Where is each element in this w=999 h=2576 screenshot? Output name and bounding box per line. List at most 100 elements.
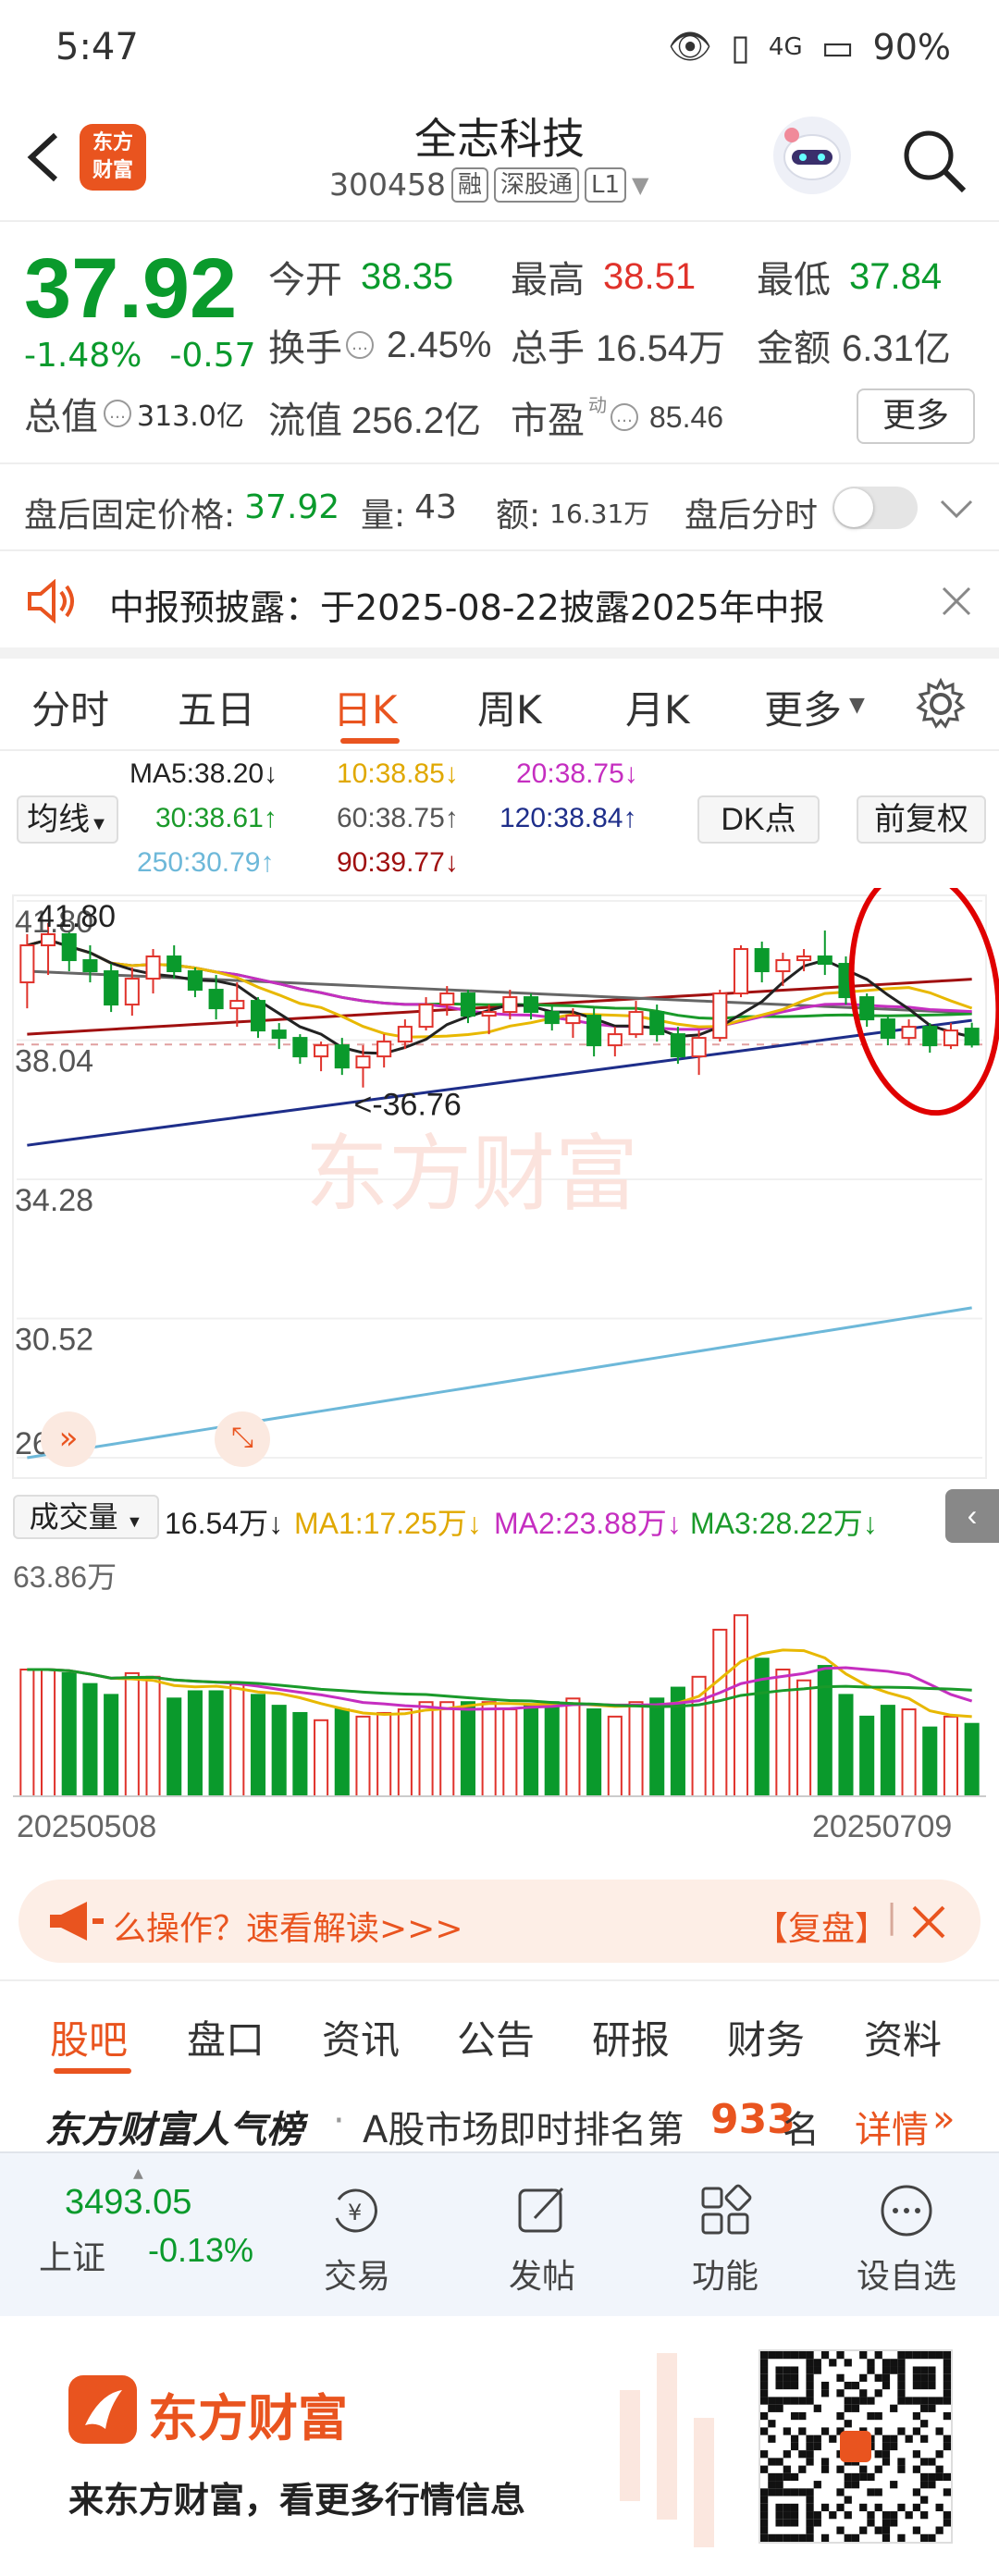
qr-module [820,2381,830,2390]
qr-module [867,2472,875,2482]
qr-module [798,2397,807,2405]
tab-more[interactable]: 更多 [764,679,842,735]
qr-module [920,2511,929,2520]
qr-module [920,2496,929,2504]
more-button[interactable]: 更多 [857,388,975,444]
qr-module [912,2411,921,2421]
volume-bar [41,1668,56,1797]
report-notice[interactable]: 中报预披露：于2025-08-22披露2025年中报 [0,553,999,647]
tab-forum[interactable]: 股吧 [50,2009,128,2065]
search-icon[interactable] [899,126,969,196]
after-timeshare-toggle[interactable] [832,487,918,529]
qr-module [928,2404,936,2412]
fullscreen-icon[interactable]: ⤡ [215,1411,270,1467]
qr-module [943,2442,951,2451]
candle-body [124,978,140,1006]
qr-module [920,2472,929,2482]
nav-functions[interactable]: 功能 [660,2181,790,2298]
stock-code-row[interactable]: 300458 融 深股通 L1 ▼ [329,166,649,203]
banner-action[interactable]: 【复盘】 [755,1902,888,1950]
qr-module [760,2450,769,2459]
qr-module [760,2533,769,2542]
collapse-left-icon[interactable]: ‹ [945,1489,999,1543]
qr-module [882,2434,891,2443]
qr-module [806,2450,814,2459]
qr-module [920,2351,929,2360]
qr-module [829,2359,837,2367]
dk-label: DK点 [721,802,796,837]
ma250-value: 250:30.79↑ [137,847,275,878]
nav-watchlist[interactable]: 设自选 [842,2181,971,2298]
volume-bar [607,1715,623,1797]
content-tabs: 股吧 盘口 资讯 公告 研报 财务 资料 [0,1979,999,2081]
volume-bar [104,1694,119,1798]
volume-bar [82,1682,98,1797]
candle-body [775,959,791,973]
qr-module [867,2359,875,2367]
close-icon[interactable] [910,1904,947,1941]
qr-module [844,2359,852,2367]
expand-right-icon[interactable]: » [41,1411,96,1467]
tab-news[interactable]: 资讯 [322,2009,400,2065]
nav-trade[interactable]: ¥ 交易 [292,2181,422,2298]
qr-module [943,2366,951,2374]
chevron-down-icon[interactable] [938,498,975,522]
float-label: 流值 [268,400,342,442]
rank-text: A股市场即时排名第 [363,2109,684,2151]
ma-select-button[interactable]: 均线▼ [17,795,118,844]
tab-orderbook[interactable]: 盘口 [187,2009,265,2065]
candle-body [481,1011,497,1017]
candle-body [880,1018,895,1040]
volume-bar [187,1690,203,1797]
qr-module [783,2472,791,2482]
qr-module [882,2373,891,2382]
volume-bar [712,1628,728,1797]
qr-module [775,2519,783,2527]
amount-value: 6.31亿 [842,328,951,369]
vol-ma2: MA2:23.88万↓ [494,1507,682,1540]
tab-daily-k[interactable]: 日K [333,679,398,735]
info-icon[interactable]: … [610,403,638,431]
nav-post[interactable]: 发帖 [477,2181,607,2298]
qr-module [905,2397,913,2405]
info-icon[interactable]: … [346,331,374,359]
tab-finance[interactable]: 财务 [727,2009,805,2065]
info-icon[interactable]: … [104,400,131,427]
kline-chart[interactable]: 东方财富 41.8038.0434.2830.5226.7641.80<-36.… [0,867,999,1480]
qr-module [897,2465,906,2473]
qr-module [935,2450,944,2459]
candle-body [524,996,539,1014]
price-change: -1.48% -0.57 [24,337,256,375]
tab-announcements[interactable]: 公告 [457,2009,535,2065]
more-circle-icon [881,2185,932,2237]
index-name: 上证 [39,2239,106,2277]
tab-profile[interactable]: 资料 [864,2009,942,2065]
qr-module [935,2427,944,2435]
qr-module [775,2472,783,2482]
tab-monthly-k[interactable]: 月K [625,679,690,735]
qr-module [874,2411,882,2421]
review-banner[interactable]: 么操作？速看解读>>> 【复盘】 | [18,1880,980,1963]
pe-dynamic-mark: 动 [588,393,607,416]
dk-point-button[interactable]: DK点 [697,795,820,844]
close-icon[interactable] [940,585,973,618]
tab-five-day[interactable]: 五日 [178,679,255,735]
tab-research[interactable]: 研报 [592,2009,670,2065]
qr-module [820,2389,830,2397]
qr-module [897,2373,906,2382]
qr-module [897,2397,906,2405]
candle-body [314,1044,329,1058]
volume-chart[interactable]: 63.86万 [0,1547,999,1806]
adjust-button[interactable]: 前复权 [857,795,986,844]
tab-timeshare[interactable]: 分时 [31,679,109,735]
rank-detail-link[interactable]: 详情 [855,2100,929,2151]
rank-suffix: 名 [783,2109,820,2151]
popularity-rank[interactable]: 东方财富人气榜 · A股市场即时排名第 933 名 详情 » [0,2087,999,2151]
tab-weekly-k[interactable]: 周K [477,679,542,735]
volume-select-button[interactable]: 成交量 ▼ [13,1495,159,1539]
settings-gear-icon[interactable] [914,677,968,731]
assistant-avatar[interactable] [773,117,851,194]
promo-slogan: 来东方财富，看更多行情信息 [68,2480,526,2521]
volume-bar [628,1701,644,1797]
qr-module [790,2519,799,2527]
